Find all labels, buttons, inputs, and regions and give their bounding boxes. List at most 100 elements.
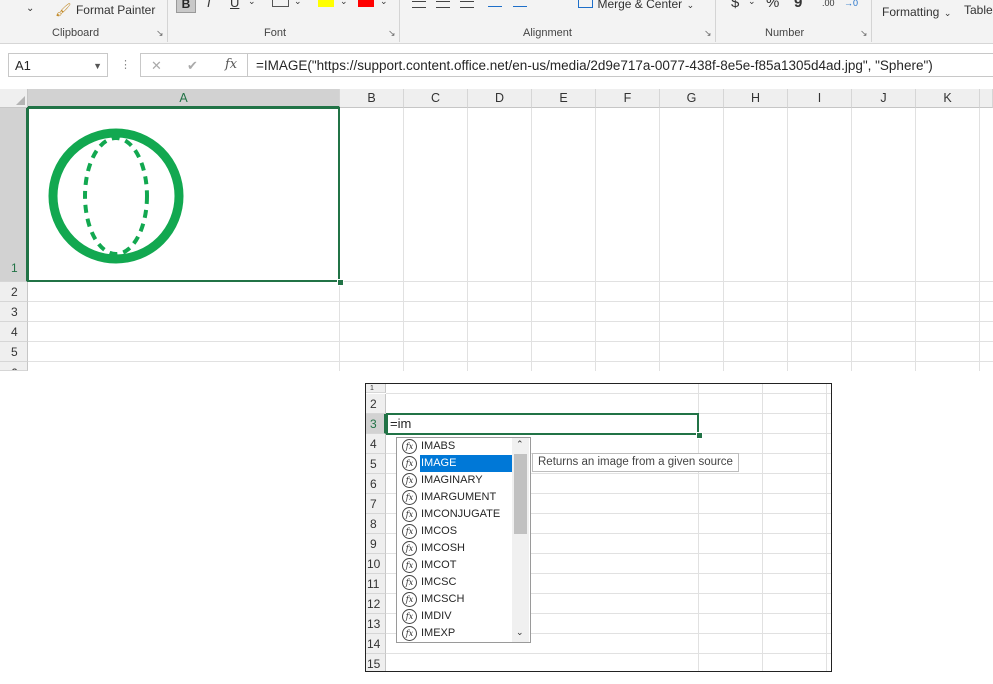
column-header-d[interactable]: D <box>468 89 532 108</box>
alignment-launcher-icon[interactable]: ↘ <box>704 29 713 38</box>
column-header-j[interactable]: J <box>852 89 916 108</box>
borders-dropdown-icon[interactable]: ⌄ <box>294 0 302 7</box>
autocomplete-scrollbar[interactable]: ⌃ ⌄ <box>512 438 529 642</box>
fill-handle[interactable] <box>696 432 703 439</box>
format-as-table-button[interactable]: Table <box>964 3 993 17</box>
row-header-3[interactable]: 3 <box>0 302 28 322</box>
comma-style-button[interactable]: 9 <box>794 0 802 11</box>
fill-handle[interactable] <box>337 279 344 286</box>
number-launcher-icon[interactable]: ↘ <box>860 29 869 38</box>
function-icon: fx <box>402 541 417 556</box>
align-center-icon[interactable] <box>436 1 450 8</box>
inset-row-header-4[interactable]: 4 <box>366 434 386 454</box>
increase-indent-icon[interactable] <box>513 1 527 7</box>
font-color-icon[interactable] <box>358 0 374 7</box>
column-header-e[interactable]: E <box>532 89 596 108</box>
cancel-icon[interactable]: ✕ <box>151 58 162 74</box>
function-autocomplete-list[interactable]: fx IMABS fx IMAGE fx IMAGINARY fx IMARGUMENT… <box>396 437 531 643</box>
inset-row-header-1[interactable]: 1 <box>366 384 386 393</box>
function-item-imargument[interactable]: fx IMARGUMENT <box>399 489 512 506</box>
inset-row-header-8[interactable]: 8 <box>366 514 386 534</box>
borders-icon[interactable] <box>272 0 289 7</box>
function-item-image[interactable]: fx IMAGE <box>399 454 513 473</box>
select-all-corner[interactable] <box>0 89 28 108</box>
column-header-i[interactable]: I <box>788 89 852 108</box>
fill-dropdown-icon[interactable]: ⌄ <box>340 0 348 7</box>
underline-dropdown-icon[interactable]: ⌄ <box>248 0 256 7</box>
column-header-b[interactable]: B <box>340 89 404 108</box>
paste-dropdown-icon[interactable]: ⌄ <box>26 3 34 14</box>
name-box-dropdown-icon[interactable]: ▼ <box>93 54 102 78</box>
column-header-f[interactable]: F <box>596 89 660 108</box>
italic-button[interactable]: I <box>207 0 211 10</box>
number-group-label: Number <box>765 27 805 39</box>
column-header-g[interactable]: G <box>660 89 724 108</box>
inset-row-header-2[interactable]: 2 <box>366 394 386 414</box>
inset-row-header-15[interactable]: 15 <box>366 654 386 671</box>
function-item-imexp[interactable]: fx IMEXP <box>399 625 512 642</box>
percent-button[interactable]: % <box>766 0 779 11</box>
gridline <box>467 108 468 371</box>
formula-input[interactable]: =IMAGE("https://support.content.office.n… <box>248 53 993 77</box>
row-header-5[interactable]: 5 <box>0 342 28 362</box>
font-color-dropdown-icon[interactable]: ⌄ <box>380 0 388 7</box>
merge-center-button[interactable]: Merge & Center ⌄ <box>578 0 694 13</box>
name-box[interactable]: A1 ▼ <box>8 53 108 77</box>
row-header-2[interactable]: 2 <box>0 282 28 302</box>
formula-bar-grip-icon[interactable]: ⋮ <box>120 58 131 71</box>
gridline <box>340 281 993 282</box>
scroll-down-icon[interactable]: ⌄ <box>516 627 524 638</box>
function-item-imcsch[interactable]: fx IMCSCH <box>399 591 512 608</box>
inset-row-header-10[interactable]: 10 <box>366 554 386 574</box>
function-item-imabs[interactable]: fx IMABS <box>399 438 512 455</box>
inset-row-header-14[interactable]: 14 <box>366 634 386 654</box>
inset-row-header-5[interactable]: 5 <box>366 454 386 474</box>
align-left-icon[interactable] <box>412 1 426 8</box>
decrease-indent-icon[interactable] <box>488 1 502 7</box>
function-item-imcosh[interactable]: fx IMCOSH <box>399 540 512 557</box>
function-item-imaginary[interactable]: fx IMAGINARY <box>399 472 512 489</box>
function-item-imcot[interactable]: fx IMCOT <box>399 557 512 574</box>
inset-row-header-6[interactable]: 6 <box>366 474 386 494</box>
column-header-c[interactable]: C <box>404 89 468 108</box>
clipboard-group-label: Clipboard <box>52 27 100 39</box>
row-header-1[interactable]: 1 <box>0 108 28 282</box>
conditional-formatting-button[interactable]: Formatting ⌄ <box>882 3 951 21</box>
bold-button[interactable]: B <box>176 0 196 13</box>
insert-function-icon[interactable]: fx <box>225 57 237 72</box>
inset-row-header-7[interactable]: 7 <box>366 494 386 514</box>
inset-row-header-9[interactable]: 9 <box>366 534 386 554</box>
inset-row-header-11[interactable]: 11 <box>366 574 386 594</box>
gridline <box>723 108 724 371</box>
scrollbar-thumb[interactable] <box>514 454 527 534</box>
inset-cell-a3[interactable]: =im <box>386 413 699 435</box>
column-header-a[interactable]: A <box>28 89 340 108</box>
row-header-4[interactable]: 4 <box>0 322 28 342</box>
align-right-icon[interactable] <box>460 1 474 8</box>
underline-button[interactable]: U <box>230 0 239 10</box>
currency-button[interactable]: $ <box>731 0 739 11</box>
clipboard-launcher-icon[interactable]: ↘ <box>156 29 165 38</box>
inset-row-header-13[interactable]: 13 <box>366 614 386 634</box>
function-item-imcsc[interactable]: fx IMCSC <box>399 574 512 591</box>
scroll-up-icon[interactable]: ⌃ <box>516 439 524 450</box>
column-header-l[interactable] <box>980 89 993 108</box>
increase-decimal-button[interactable]: .00 <box>822 0 835 8</box>
font-launcher-icon[interactable]: ↘ <box>388 29 397 38</box>
inset-row-header-12[interactable]: 12 <box>366 594 386 614</box>
format-painter-button[interactable]: 🖌 Format Painter <box>55 1 155 19</box>
currency-dropdown-icon[interactable]: ⌄ <box>748 0 756 7</box>
enter-icon[interactable]: ✔ <box>187 58 198 74</box>
row-header-6[interactable]: 6 <box>0 362 28 371</box>
function-icon: fx <box>402 592 417 607</box>
decrease-decimal-button[interactable]: →0 <box>844 0 858 8</box>
column-header-k[interactable]: K <box>916 89 980 108</box>
cell-a1[interactable] <box>27 107 340 282</box>
function-item-imconjugate[interactable]: fx IMCONJUGATE <box>399 506 512 523</box>
function-item-imcos[interactable]: fx IMCOS <box>399 523 512 540</box>
gridline <box>28 321 993 322</box>
fill-color-icon[interactable] <box>318 0 334 7</box>
column-header-h[interactable]: H <box>724 89 788 108</box>
inset-row-header-3[interactable]: 3 <box>366 414 386 434</box>
function-item-imdiv[interactable]: fx IMDIV <box>399 608 512 625</box>
